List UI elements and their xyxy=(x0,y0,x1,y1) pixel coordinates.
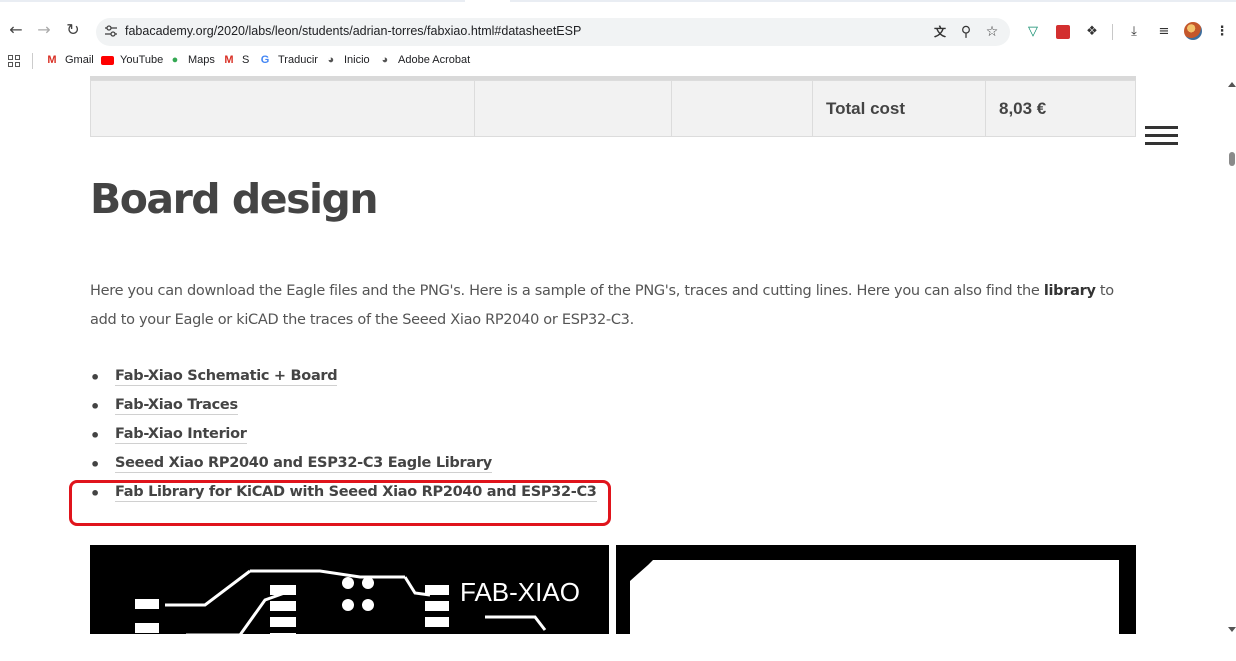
globe-icon: ◕ xyxy=(327,54,335,66)
bookmark-gmail[interactable]: M Gmail xyxy=(45,54,94,66)
page-viewport: Total cost 8,03 € Board design Here you … xyxy=(0,76,1236,634)
bookmark-label: Traducir xyxy=(278,54,318,66)
bookmark-maps[interactable]: ● Maps xyxy=(168,54,215,66)
kebab-menu-icon[interactable]: ⋮ xyxy=(1212,22,1232,42)
board-label: FAB-XIAO xyxy=(460,577,580,607)
maps-pin-icon: ● xyxy=(171,54,179,66)
red-extension-icon[interactable] xyxy=(1053,22,1073,42)
bookmark-label: Maps xyxy=(188,54,215,66)
youtube-icon xyxy=(100,54,114,66)
scroll-up-icon[interactable] xyxy=(1228,82,1236,87)
intro-paragraph: Here you can download the Eagle files an… xyxy=(90,283,1114,328)
link-interior[interactable]: Fab-Xiao Interior xyxy=(115,426,247,444)
translate-icon: G xyxy=(260,54,270,66)
pcb-outline-image xyxy=(616,545,1136,634)
puzzle-icon[interactable]: ❖ xyxy=(1082,22,1102,42)
bookmarks-divider xyxy=(32,53,33,69)
gmail-icon: M xyxy=(47,54,57,66)
url-text[interactable]: fabacademy.org/2020/labs/leon/students/a… xyxy=(125,24,581,38)
active-tab-edge xyxy=(465,0,510,3)
bookmark-label: Inicio xyxy=(344,54,370,66)
bookmark-s[interactable]: M S xyxy=(222,54,249,66)
bookmark-label: S xyxy=(242,54,250,66)
back-arrow-icon[interactable]: ← xyxy=(5,19,27,41)
translate-icon[interactable]: 文 xyxy=(930,22,950,42)
link-eagle-library[interactable]: Seeed Xiao RP2040 and ESP32-C3 Eagle Lib… xyxy=(115,455,492,473)
star-icon[interactable]: ☆ xyxy=(982,22,1002,42)
bookmark-label: Adobe Acrobat xyxy=(398,54,471,66)
bookmark-label: Gmail xyxy=(65,54,94,66)
pcb-outline-graphic xyxy=(630,560,1119,634)
avatar[interactable] xyxy=(1184,22,1202,40)
library-emphasis: library xyxy=(1043,283,1096,299)
gmail-icon: M xyxy=(224,54,234,66)
scroll-down-icon[interactable] xyxy=(1228,627,1236,632)
page-title: Board design xyxy=(90,175,379,223)
bookmark-label: YouTube xyxy=(120,54,164,66)
link-traces[interactable]: Fab-Xiao Traces xyxy=(115,397,238,415)
highlight-annotation xyxy=(69,480,611,526)
list-item: Fab-Xiao Traces xyxy=(90,397,597,426)
link-schematic-board[interactable]: Fab-Xiao Schematic + Board xyxy=(115,368,338,386)
reload-icon[interactable]: ↻ xyxy=(62,19,84,41)
bookmark-inicio[interactable]: ◕ Inicio xyxy=(324,54,370,66)
playlist-icon[interactable]: ≡ xyxy=(1154,22,1174,42)
globe-icon: ◕ xyxy=(381,54,389,66)
table-row: Total cost 8,03 € xyxy=(90,80,1136,137)
bookmark-traducir[interactable]: G Traducir xyxy=(258,54,318,66)
tune-icon[interactable] xyxy=(104,24,118,38)
apps-grid-icon[interactable] xyxy=(8,55,20,67)
list-item: Fab-Xiao Schematic + Board xyxy=(90,368,597,397)
zoom-icon[interactable]: ⚲ xyxy=(956,22,976,42)
bookmark-youtube[interactable]: YouTube xyxy=(100,54,163,66)
scroll-thumb[interactable] xyxy=(1229,152,1235,166)
download-icon[interactable]: ⤓ xyxy=(1124,22,1144,42)
page-scrollbar[interactable] xyxy=(1227,76,1236,634)
list-item: Fab-Xiao Interior xyxy=(90,426,597,455)
bookmark-adobe-acrobat[interactable]: ◕ Adobe Acrobat xyxy=(378,54,471,66)
toolbar-divider xyxy=(1112,24,1113,40)
shield-extension-icon[interactable]: ▽ xyxy=(1023,22,1043,42)
pcb-traces-image: FAB-XIAO xyxy=(90,545,609,634)
hamburger-menu-icon[interactable] xyxy=(1145,126,1178,146)
forward-arrow-icon[interactable]: → xyxy=(33,19,55,41)
cost-table: Total cost 8,03 € xyxy=(90,80,1136,137)
total-cost-value: 8,03 € xyxy=(985,80,1136,137)
total-cost-label: Total cost xyxy=(812,80,986,137)
window-bottom-strip xyxy=(0,634,1236,661)
